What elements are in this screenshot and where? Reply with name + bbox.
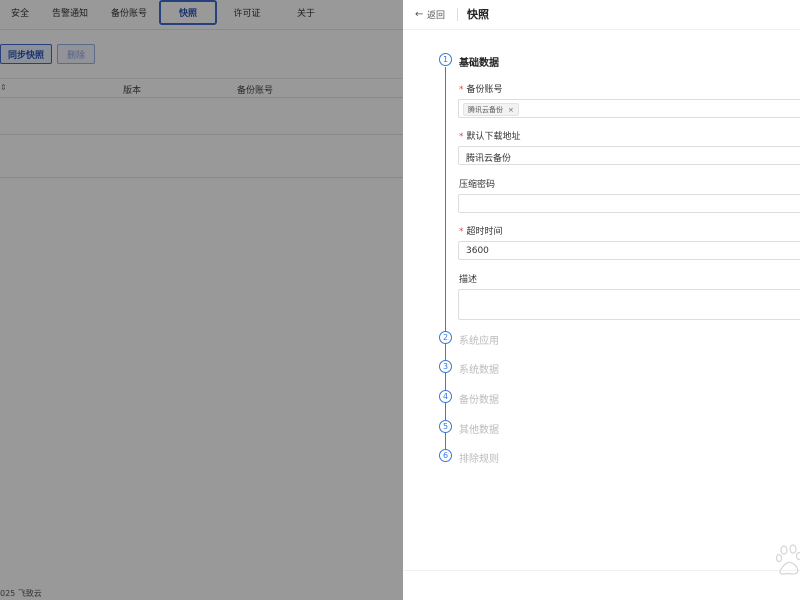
step-3-marker: 3 bbox=[439, 360, 452, 373]
arrow-left-icon: ← bbox=[415, 9, 424, 20]
step-6-label[interactable]: 排除规则 bbox=[459, 450, 499, 465]
step-5-label[interactable]: 其他数据 bbox=[459, 421, 499, 436]
backup-account-label: * 备份账号 bbox=[459, 85, 503, 95]
back-button[interactable]: ← 返回 bbox=[415, 8, 445, 21]
back-label: 返回 bbox=[427, 11, 446, 21]
step-2-label[interactable]: 系统应用 bbox=[459, 332, 499, 347]
tag-close-icon[interactable]: × bbox=[508, 106, 514, 114]
step-5-marker: 5 bbox=[439, 420, 452, 433]
step-1-marker: 1 bbox=[439, 53, 452, 66]
compress-password-input[interactable] bbox=[458, 194, 800, 213]
timeout-label: * 超时时间 bbox=[459, 227, 503, 237]
drawer-header: ← 返回 快照 bbox=[403, 0, 800, 30]
download-url-select[interactable]: 腾讯云备份 bbox=[458, 146, 800, 165]
drawer-title: 快照 bbox=[467, 8, 489, 21]
step-1-label[interactable]: 基础数据 bbox=[459, 54, 499, 69]
timeout-value: 3600 bbox=[466, 246, 489, 256]
description-label: 描述 bbox=[459, 275, 478, 285]
watermark-paw-icon bbox=[776, 544, 800, 575]
download-url-label: * 默认下载地址 bbox=[459, 132, 521, 142]
step-6-marker: 6 bbox=[439, 449, 452, 462]
drawer-footer-divider bbox=[403, 570, 800, 571]
modal-overlay[interactable] bbox=[0, 0, 403, 600]
backup-account-tag: 腾讯云备份 × bbox=[463, 103, 519, 116]
step-2-marker: 2 bbox=[439, 331, 452, 344]
step-4-marker: 4 bbox=[439, 390, 452, 403]
step-3-label[interactable]: 系统数据 bbox=[459, 361, 499, 376]
snapshot-drawer: ← 返回 快照 1 基础数据 * 备份账号 腾讯云备份 × * 默认下载地址 腾讯云… bbox=[403, 0, 800, 600]
download-url-value: 腾讯云备份 bbox=[466, 154, 512, 164]
timeout-input[interactable]: 3600 bbox=[458, 241, 800, 260]
compress-password-label: 压缩密码 bbox=[459, 180, 496, 190]
header-divider bbox=[457, 8, 458, 21]
backup-account-select[interactable]: 腾讯云备份 × bbox=[458, 99, 800, 118]
step-4-label[interactable]: 备份数据 bbox=[459, 391, 499, 406]
description-textarea[interactable] bbox=[458, 289, 800, 320]
